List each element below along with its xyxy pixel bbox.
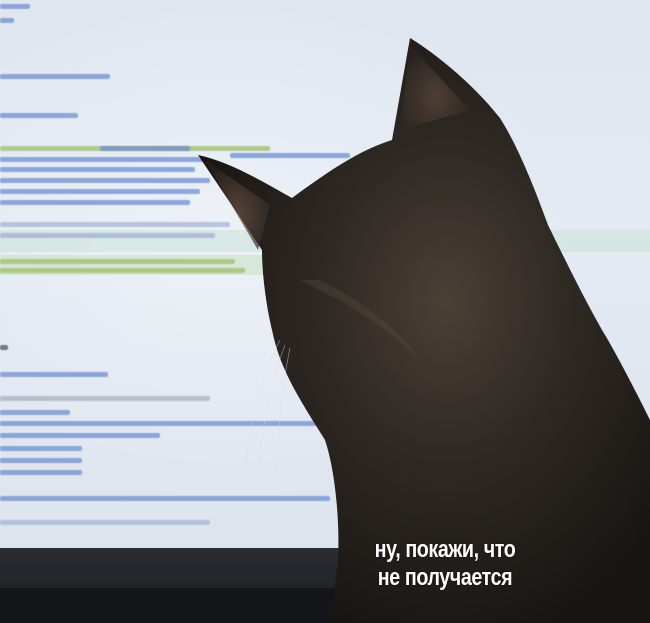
cat-silhouette [198, 38, 650, 623]
photo-scene: ну, покажи, что не получается [0, 0, 650, 623]
meme-caption: ну, покажи, что не получается [343, 536, 548, 592]
caption-line-1: ну, покажи, что [374, 536, 516, 563]
caption-line-2: не получается [377, 564, 513, 591]
